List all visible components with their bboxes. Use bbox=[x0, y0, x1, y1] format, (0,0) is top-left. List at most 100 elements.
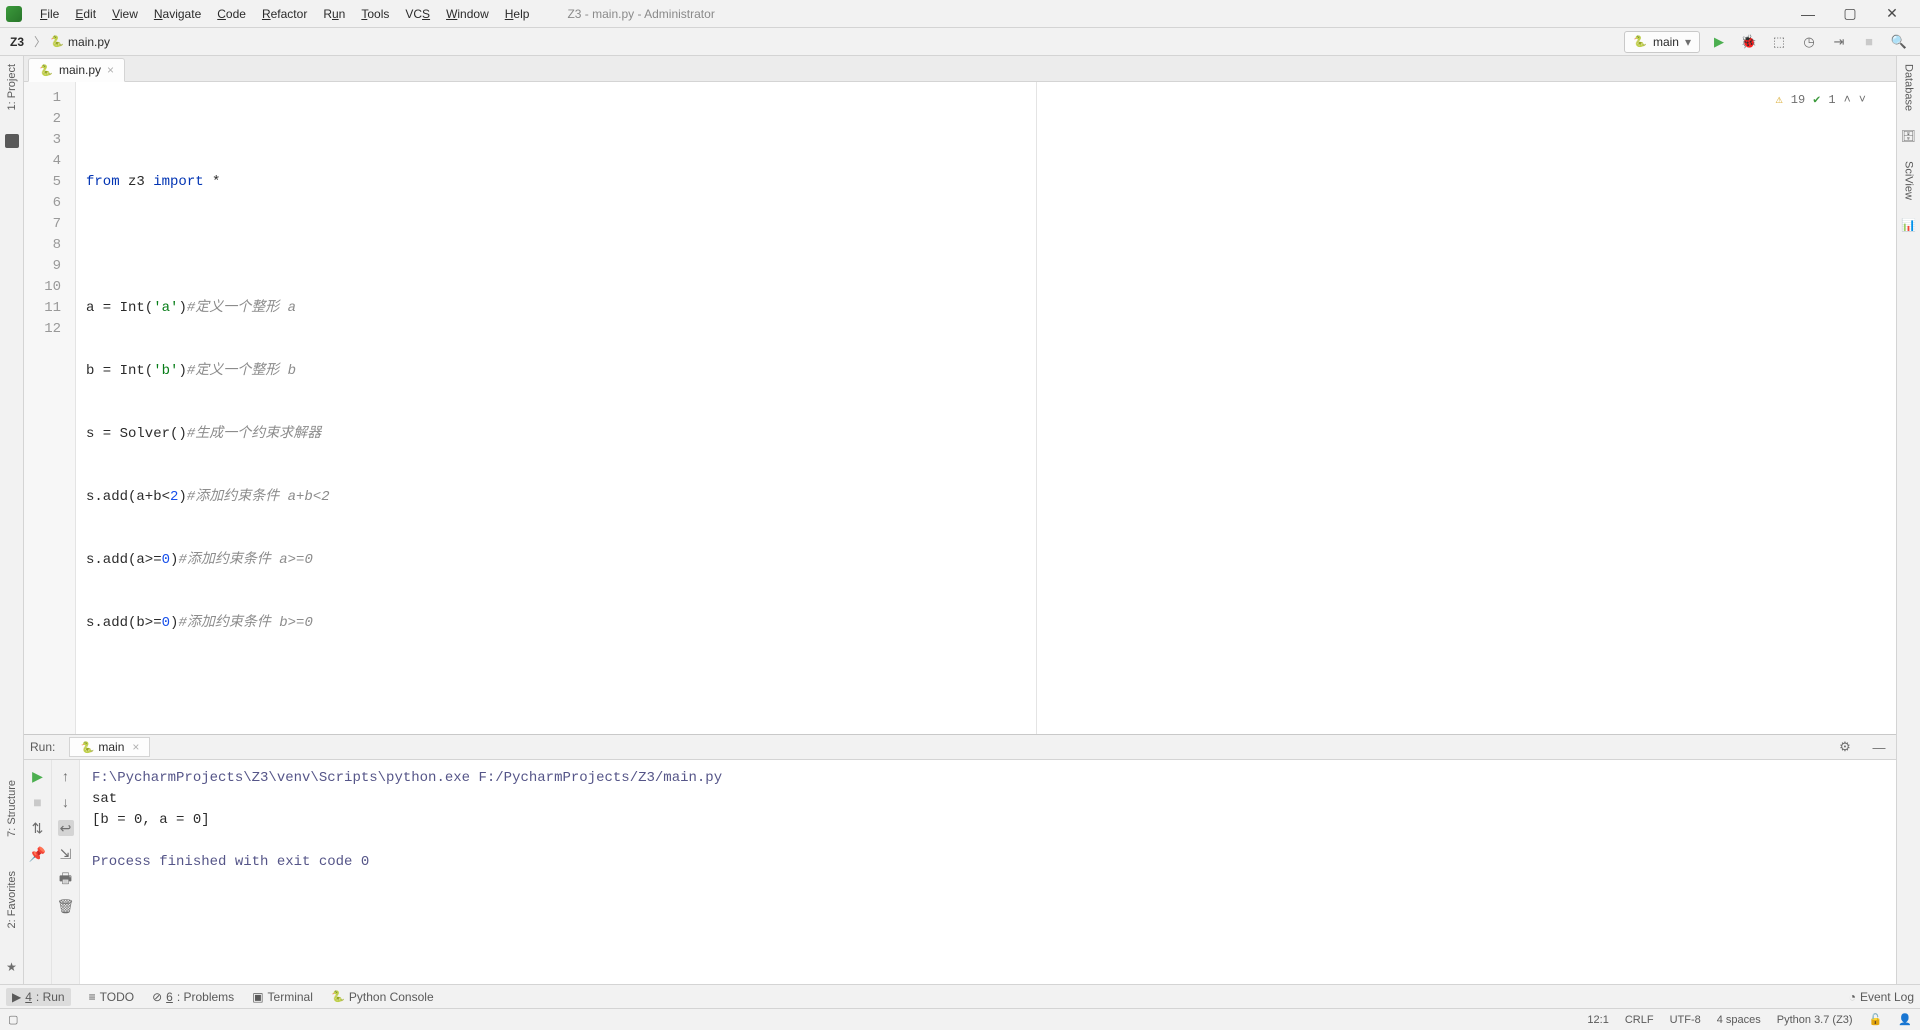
run-icon: ▶ bbox=[12, 990, 21, 1004]
console-line: [b = 0, a = 0] bbox=[92, 812, 210, 828]
menu-code[interactable]: Code bbox=[209, 4, 254, 24]
code-token: #添加约束条件 a>=0 bbox=[178, 552, 312, 568]
tab-database[interactable]: Database bbox=[1903, 62, 1915, 113]
stop-button[interactable]: ■ bbox=[1858, 34, 1880, 49]
console-output[interactable]: F:\PycharmProjects\Z3\venv\Scripts\pytho… bbox=[80, 760, 1896, 984]
readonly-icon[interactable]: 🔓 bbox=[1869, 1013, 1883, 1026]
right-margin-rule bbox=[1036, 82, 1037, 734]
coverage-button[interactable]: ⬚ bbox=[1768, 34, 1790, 50]
minimize-icon[interactable]: — bbox=[1794, 6, 1822, 22]
print-icon[interactable]: 🖶 bbox=[58, 872, 74, 888]
line-number: 3 bbox=[24, 130, 61, 151]
status-bar: ▢ 12:1 CRLF UTF-8 4 spaces Python 3.7 (Z… bbox=[0, 1008, 1920, 1030]
close-icon[interactable]: × bbox=[132, 740, 139, 754]
hector-icon[interactable]: 👤 bbox=[1898, 1013, 1912, 1026]
breadcrumb-project[interactable]: Z3 bbox=[10, 35, 24, 49]
status-line-separator[interactable]: CRLF bbox=[1625, 1014, 1654, 1026]
ide-status-icon[interactable]: ▢ bbox=[8, 1013, 18, 1026]
code-token: * bbox=[212, 174, 220, 190]
close-tab-icon[interactable]: × bbox=[107, 63, 114, 77]
attach-button[interactable]: ⇥ bbox=[1828, 34, 1850, 50]
menu-vcs[interactable]: VCS bbox=[397, 4, 438, 24]
window-title: Z3 - main.py - Administrator bbox=[567, 7, 714, 21]
menu-tools[interactable]: Tools bbox=[353, 4, 397, 24]
menu-navigate[interactable]: Navigate bbox=[146, 4, 209, 24]
trash-icon[interactable]: 🗑 bbox=[58, 898, 74, 914]
status-indent[interactable]: 4 spaces bbox=[1717, 1014, 1761, 1026]
console-line: Process finished with exit code 0 bbox=[92, 854, 369, 870]
run-toolbar-left: ▶ ■ ⇅ 📌 bbox=[24, 760, 52, 984]
run-tab[interactable]: 🐍 main × bbox=[69, 737, 150, 757]
project-icon[interactable] bbox=[5, 134, 19, 148]
todo-icon: ≡ bbox=[89, 990, 96, 1004]
layout-icon[interactable]: ⇅ bbox=[30, 820, 46, 836]
menu-view[interactable]: View bbox=[104, 4, 146, 24]
breadcrumb-file[interactable]: main.py bbox=[68, 35, 110, 49]
code-token: #定义一个整形 b bbox=[187, 363, 296, 379]
menu-edit[interactable]: Edit bbox=[67, 4, 104, 24]
debug-button[interactable]: 🐞 bbox=[1738, 34, 1760, 50]
run-config-selector[interactable]: 🐍 main ▾ bbox=[1624, 31, 1700, 53]
down-icon[interactable]: ↓ bbox=[58, 794, 74, 810]
run-body: ▶ ■ ⇅ 📌 ↑ ↓ ↩ ⇲ 🖶 🗑 F:\PycharmProjects\Z… bbox=[24, 759, 1896, 984]
line-number: 4 bbox=[24, 151, 61, 172]
tab-label: Terminal bbox=[268, 990, 313, 1004]
editor-scroll[interactable]: 1 2 3 4 5 6 7 8 9 10 11 12 ⚠19 ✔1 ˄ ˅ bbox=[24, 82, 1896, 734]
code-token: 0 bbox=[162, 552, 170, 568]
menu-file[interactable]: File bbox=[32, 4, 67, 24]
search-button[interactable]: 🔍 bbox=[1888, 34, 1910, 50]
scroll-end-icon[interactable]: ⇲ bbox=[58, 846, 74, 862]
editor-tabs: 🐍 main.py × bbox=[24, 56, 1896, 82]
console-line: F:\PycharmProjects\Z3\venv\Scripts\pytho… bbox=[92, 770, 722, 786]
warning-count: 19 bbox=[1791, 90, 1805, 111]
menu-run[interactable]: Run bbox=[315, 4, 353, 24]
status-encoding[interactable]: UTF-8 bbox=[1670, 1014, 1701, 1026]
rerun-icon[interactable]: ▶ bbox=[30, 768, 46, 784]
chevron-right-icon: 〉 bbox=[34, 33, 46, 50]
code-token: s = Solver() bbox=[86, 426, 187, 442]
code-token: s.add(b>= bbox=[86, 615, 162, 631]
maximize-icon[interactable]: ▢ bbox=[1836, 5, 1864, 22]
tab-project[interactable]: 1: Project bbox=[6, 62, 18, 112]
bottom-tab-python-console[interactable]: 🐍Python Console bbox=[331, 990, 434, 1004]
prev-hint-icon[interactable]: ˄ bbox=[1844, 90, 1851, 111]
run-tab-label: main bbox=[98, 740, 124, 754]
bottom-tab-terminal[interactable]: ▣Terminal bbox=[252, 990, 313, 1004]
status-position[interactable]: 12:1 bbox=[1587, 1014, 1608, 1026]
code-token: #添加约束条件 b>=0 bbox=[178, 615, 312, 631]
run-toolbar-left2: ↑ ↓ ↩ ⇲ 🖶 🗑 bbox=[52, 760, 80, 984]
menu-window[interactable]: Window bbox=[438, 4, 497, 24]
editor-tab[interactable]: 🐍 main.py × bbox=[28, 58, 125, 82]
bottom-tab-todo[interactable]: ≡TODO bbox=[89, 990, 134, 1004]
status-interpreter[interactable]: Python 3.7 (Z3) bbox=[1777, 1014, 1853, 1026]
line-number: 7 bbox=[24, 214, 61, 235]
tab-favorites[interactable]: 2: Favorites bbox=[6, 869, 18, 930]
settings-icon[interactable]: ⚙ bbox=[1834, 739, 1856, 755]
tab-structure[interactable]: 7: Structure bbox=[6, 778, 18, 839]
bottom-tab-run[interactable]: ▶4: Run bbox=[6, 988, 71, 1006]
stop-icon[interactable]: ■ bbox=[30, 794, 46, 810]
inspection-hints[interactable]: ⚠19 ✔1 ˄ ˅ bbox=[1776, 90, 1866, 111]
up-icon[interactable]: ↑ bbox=[58, 768, 74, 784]
menu-help[interactable]: Help bbox=[497, 4, 538, 24]
menu-refactor[interactable]: Refactor bbox=[254, 4, 315, 24]
bottom-tab-event-log[interactable]: ◔Event Log bbox=[1849, 990, 1914, 1004]
bottom-tab-problems[interactable]: ⊘6: Problems bbox=[152, 990, 234, 1004]
run-button[interactable]: ▶ bbox=[1708, 34, 1730, 50]
menubar: File Edit View Navigate Code Refactor Ru… bbox=[0, 0, 1920, 28]
profile-button[interactable]: ◷ bbox=[1798, 34, 1820, 50]
star-icon: ★ bbox=[6, 960, 17, 974]
code-token: z3 bbox=[128, 174, 145, 190]
close-icon[interactable]: ✕ bbox=[1878, 5, 1906, 22]
run-panel-label: Run: bbox=[30, 740, 55, 754]
code-token: a = Int( bbox=[86, 300, 153, 316]
softwrap-icon[interactable]: ↩ bbox=[58, 820, 74, 836]
tab-sciview[interactable]: SciView bbox=[1903, 159, 1915, 202]
hide-icon[interactable]: — bbox=[1868, 740, 1890, 755]
pin-icon[interactable]: 📌 bbox=[30, 846, 46, 862]
next-hint-icon[interactable]: ˅ bbox=[1859, 90, 1866, 111]
tab-label: Event Log bbox=[1860, 990, 1914, 1004]
python-icon: 🐍 bbox=[331, 990, 345, 1004]
code-token: ) bbox=[178, 300, 186, 316]
code-editor[interactable]: ⚠19 ✔1 ˄ ˅ from z3 import * a = Int('a')… bbox=[76, 82, 1896, 734]
